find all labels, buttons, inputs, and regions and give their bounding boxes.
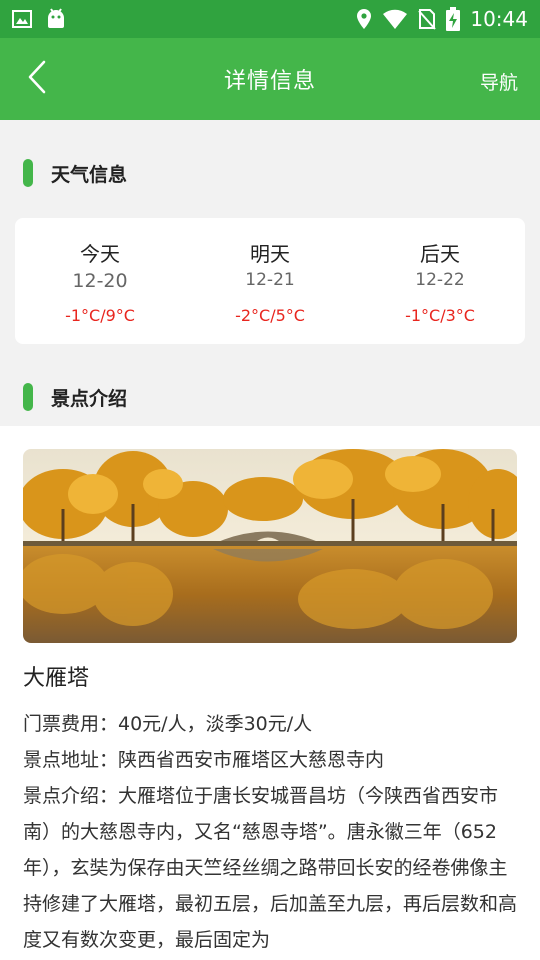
intro-section-header: 景点介绍	[0, 371, 540, 423]
weather-day-date: 12-22	[415, 270, 465, 290]
status-bar: 10:44	[0, 0, 540, 38]
app-bar: 详情信息 导航	[0, 38, 540, 120]
spot-photo	[23, 449, 517, 643]
navigate-button[interactable]: 导航	[480, 68, 518, 95]
weather-day-name: 明天	[250, 242, 290, 266]
android-notification-icon	[44, 7, 68, 31]
battery-charging-icon	[446, 7, 461, 31]
location-icon	[356, 8, 372, 30]
page-title: 详情信息	[223, 69, 316, 94]
weather-card: 今天 12-20 -1°C/9°C 明天 12-21 -2°C/5°C 后天 1…	[15, 218, 525, 344]
back-arrow-icon	[27, 60, 47, 98]
ticket-price: 门票费用：40元/人，淡季30元/人	[23, 713, 313, 735]
weather-day-temp: -2°C/5°C	[235, 306, 305, 325]
weather-day-name: 后天	[420, 242, 460, 266]
section-accent-bar	[23, 159, 33, 187]
weather-day-today: 今天 12-20 -1°C/9°C	[15, 218, 185, 344]
weather-section-header: 天气信息	[0, 147, 540, 199]
intro-section-title: 景点介绍	[51, 387, 128, 410]
weather-section-title: 天气信息	[51, 163, 128, 186]
spot-name: 大雁塔	[23, 666, 90, 691]
spot-info: 门票费用：40元/人，淡季30元/人 景点地址：陕西省西安市雁塔区大慈恩寺内 景…	[23, 706, 518, 958]
weather-day-name: 今天	[80, 242, 120, 266]
no-sim-icon	[418, 8, 437, 30]
spot-address: 景点地址：陕西省西安市雁塔区大慈恩寺内	[23, 749, 385, 771]
weather-day-date: 12-20	[72, 270, 128, 292]
weather-day-date: 12-21	[245, 270, 295, 290]
weather-day-after-tomorrow: 后天 12-22 -1°C/3°C	[355, 218, 525, 344]
wifi-icon	[382, 8, 408, 30]
back-button[interactable]	[20, 60, 54, 98]
spot-description: 景点介绍：大雁塔位于唐长安城晋昌坊（今陕西省西安市南）的大慈恩寺内，又名“慈恩寺…	[23, 785, 518, 951]
weather-day-tomorrow: 明天 12-21 -2°C/5°C	[185, 218, 355, 344]
spot-detail: 大雁塔 门票费用：40元/人，淡季30元/人 景点地址：陕西省西安市雁塔区大慈恩…	[0, 426, 540, 960]
weather-day-temp: -1°C/9°C	[65, 306, 135, 325]
clock-time: 10:44	[470, 7, 528, 31]
image-notification-icon	[12, 9, 32, 29]
weather-day-temp: -1°C/3°C	[405, 306, 475, 325]
section-accent-bar	[23, 383, 33, 411]
